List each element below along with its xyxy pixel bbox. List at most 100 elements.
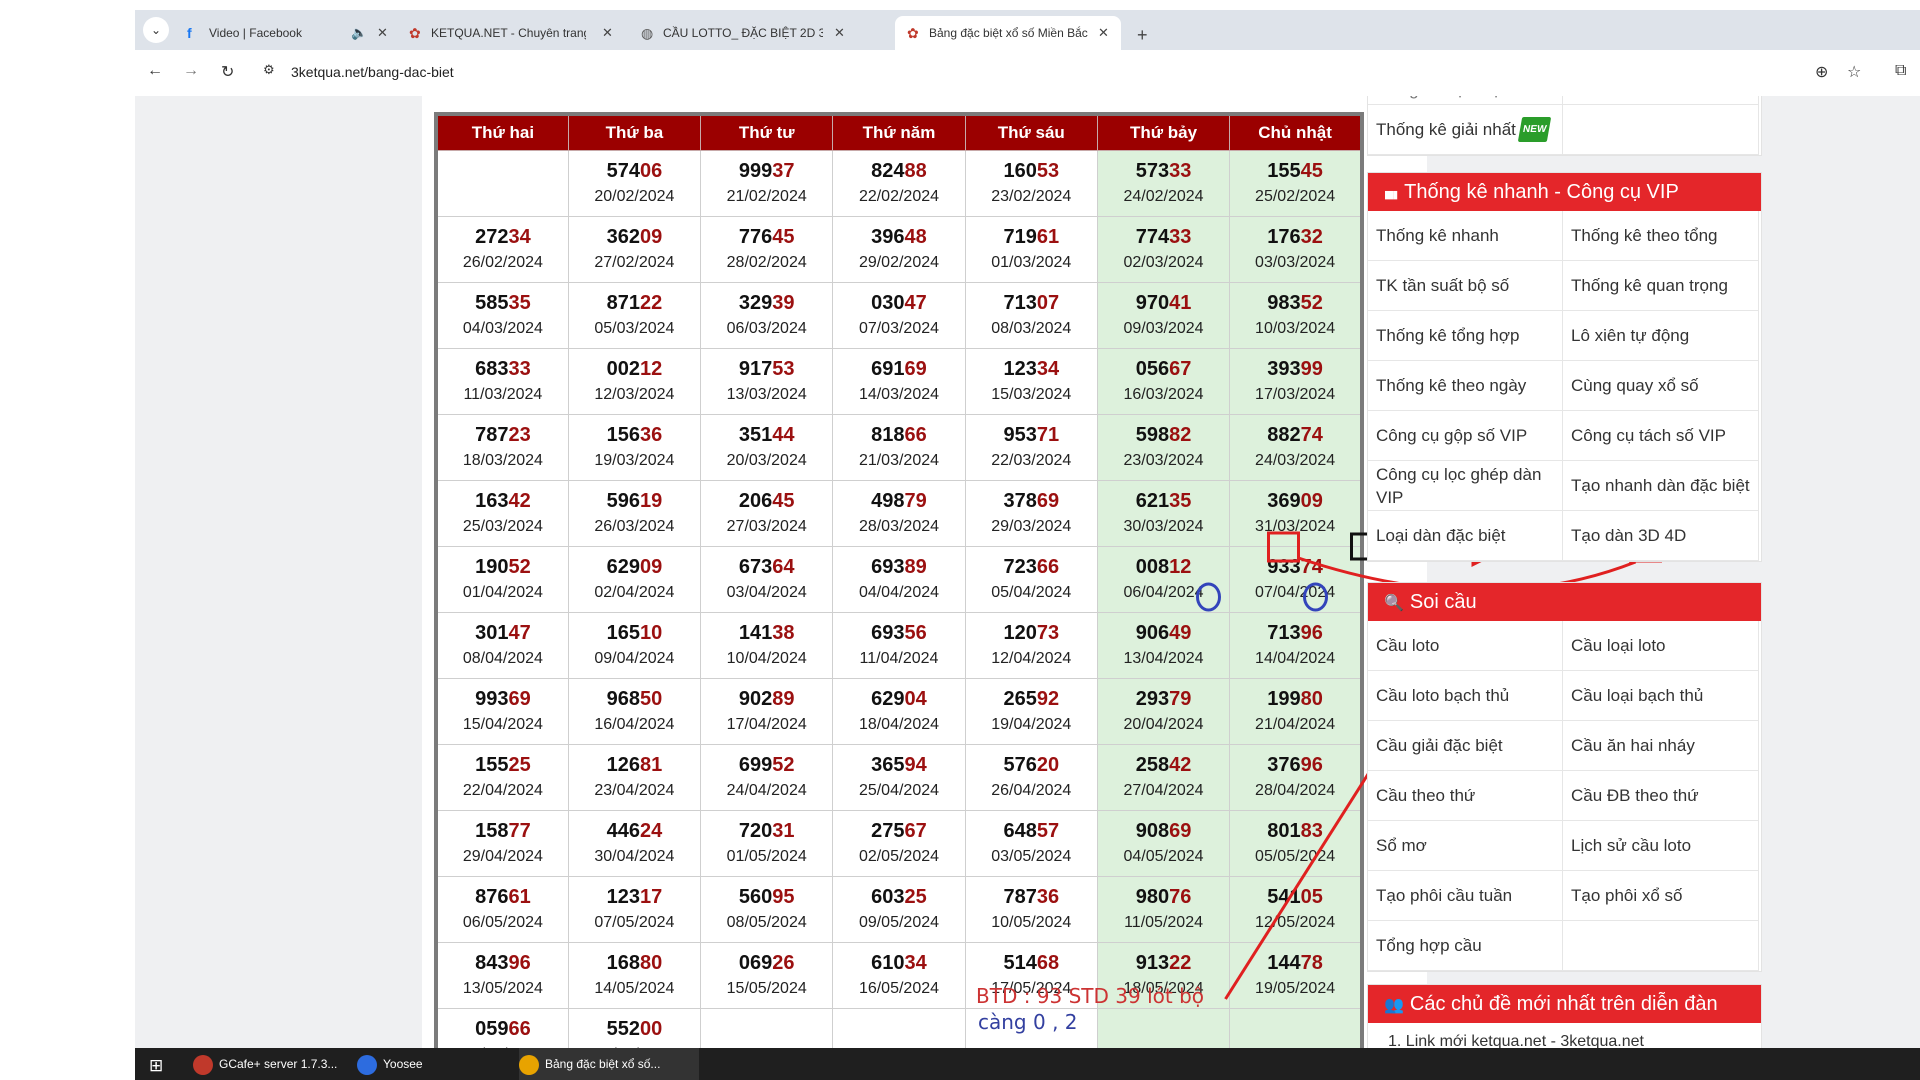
taskbar-label: GCafe+ server 1.7.3...	[219, 1057, 338, 1071]
sidebar-link[interactable]: Cầu loto	[1368, 621, 1563, 671]
prize-head-digits: 163	[475, 490, 509, 512]
taskbar-yoosee[interactable]: Yoosee	[357, 1048, 477, 1080]
sidebar-link[interactable]: thống kê dặc biệt	[1368, 96, 1563, 105]
back-button[interactable]: ←	[147, 62, 163, 80]
prize-tail-digits: 34	[904, 952, 927, 974]
close-icon[interactable]: ✕	[834, 25, 845, 41]
prize-head-digits: 301	[475, 622, 509, 644]
prize-tail-digits: 35	[508, 292, 531, 314]
draw-date: 29/03/2024	[991, 518, 1072, 535]
prize-tail-digits: 78	[1300, 952, 1323, 974]
close-icon[interactable]: ✕	[377, 25, 388, 41]
sidebar-link[interactable]: theo loto	[1563, 96, 1759, 105]
sidebar-link[interactable]: Lô xiên tự động	[1563, 311, 1759, 361]
sidebar-link[interactable]: Tạo nhanh dàn đặc biệt	[1563, 461, 1759, 511]
tab-search-button[interactable]: ⌄	[143, 17, 169, 43]
tab-ketqua[interactable]: ✿ KETQUA.NET - Chuyên trang xổ ✕	[397, 16, 627, 50]
table-cell: 82488 22/02/2024	[832, 150, 966, 217]
address-bar[interactable]: 3ketqua.net/bang-dac-biet	[291, 64, 454, 80]
prize-number: 12073	[967, 621, 1096, 645]
prize-tail-digits: 50	[639, 688, 663, 710]
new-tab-button[interactable]: +	[1137, 25, 1148, 46]
draw-date: 05/04/2024	[991, 584, 1072, 601]
prize-number: 71307	[967, 291, 1096, 315]
prize-number: 81866	[834, 423, 963, 447]
sidebar-link[interactable]: Loại dàn đặc biệt	[1368, 511, 1563, 561]
sidebar-link[interactable]: Lịch sử cầu loto	[1563, 821, 1759, 871]
prize-number: 14478	[1231, 951, 1359, 975]
box-title: Soi cầu	[1409, 591, 1477, 613]
extensions-icon[interactable]: ⧉	[1895, 62, 1906, 80]
tab-cau-lotto[interactable]: ◍ CẦU LOTTO_ ĐẶC BIỆT 2D 3D 4 ✕	[629, 16, 859, 50]
speaker-icon[interactable]: 🔈	[351, 25, 367, 41]
browser-chrome: ⌄ f Video | Facebook 🔈 ✕ ✿ KETQUA.NET - …	[135, 0, 1920, 96]
windows-start-icon[interactable]: ⊞	[149, 1056, 163, 1076]
table-cell: 15877 29/04/2024	[435, 810, 569, 877]
prize-head-digits: 843	[475, 952, 509, 974]
sidebar-link[interactable]: Cầu ĐB theo thứ	[1563, 771, 1759, 821]
draw-date: 04/04/2024	[858, 584, 940, 601]
sidebar-link[interactable]: Sổ mơ	[1368, 821, 1563, 871]
prize-number: 15877	[439, 819, 567, 843]
sidebar-link[interactable]: Cầu ăn hai nháy	[1563, 721, 1759, 771]
close-icon[interactable]: ✕	[602, 25, 613, 41]
sidebar-link[interactable]: Thống kê theo tổng	[1563, 211, 1759, 261]
sidebar-link[interactable]: Tạo dàn 3D 4D	[1563, 511, 1759, 561]
prize-head-digits: 123	[606, 886, 640, 908]
close-icon[interactable]: ✕	[1098, 25, 1109, 41]
sidebar-link[interactable]: TK tần suất bộ số	[1368, 261, 1563, 311]
draw-date: 13/04/2024	[1123, 650, 1204, 667]
sidebar-link[interactable]: Tạo phôi xổ số	[1563, 871, 1759, 921]
table-cell: 12073 12/04/2024	[964, 612, 1098, 679]
sidebar-link[interactable]: Cầu loại loto	[1563, 621, 1759, 671]
prize-number: 72031	[702, 819, 831, 843]
prize-tail-digits: 66	[1036, 556, 1060, 578]
prize-number: 56095	[702, 885, 831, 909]
main-panel: Thứ hai Thứ ba Thứ tư Thứ năm Thứ sáu Thứ bảy…	[422, 96, 1700, 1048]
table-row: 0596620/05/20245520021/05/2024	[435, 1008, 1363, 1048]
sidebar-link[interactable]: Công cụ tách số VIP	[1563, 411, 1759, 461]
prize-number: 90649	[1099, 621, 1228, 645]
tab-bang-dac-biet[interactable]: ✿ Bảng đặc biệt xổ số Miền Bắc tu ✕	[895, 16, 1121, 50]
sidebar-link[interactable]: Công cụ gộp số VIP	[1368, 411, 1563, 461]
sidebar-link[interactable]: Tạo phôi cầu tuần	[1368, 871, 1563, 921]
draw-date: 05/03/2024	[594, 320, 675, 337]
draw-date: 10/04/2024	[726, 650, 807, 667]
forward-button[interactable]: →	[183, 62, 199, 80]
taskbar-gcafe[interactable]: GCafe+ server 1.7.3...	[193, 1048, 353, 1080]
sidebar-link[interactable]: Thống kê tổng hợp	[1368, 311, 1563, 361]
taskbar-chrome[interactable]: Bảng đặc biệt xổ số...	[519, 1048, 699, 1080]
prize-head-digits: 393	[1267, 358, 1301, 380]
sidebar-link[interactable]: Thống kê nhanh	[1368, 211, 1563, 261]
draw-date: 14/05/2024	[594, 980, 675, 997]
table-cell: 71396 14/04/2024	[1229, 612, 1363, 679]
sidebar-link[interactable]: Thống kê quan trọng	[1563, 261, 1759, 311]
sidebar-link[interactable]: Cầu loto bạch thủ	[1368, 671, 1563, 721]
prize-head-digits: 621	[1135, 490, 1170, 512]
prize-number: 39399	[1231, 357, 1359, 381]
sidebar-link[interactable]: Cầu theo thứ	[1368, 771, 1563, 821]
reload-button[interactable]: ↻	[221, 62, 234, 82]
prize-number: 05966	[439, 1017, 567, 1041]
prize-head-digits: 691	[871, 358, 905, 380]
prize-tail-digits: 12	[639, 358, 663, 380]
table-cell: 90869 04/05/2024	[1096, 810, 1231, 877]
site-info-icon[interactable]: ⚙	[263, 62, 275, 78]
sidebar-link[interactable]: Thống kê giải nhất NEW	[1368, 105, 1563, 155]
sidebar-link[interactable]: Cầu giải đặc biệt	[1368, 721, 1563, 771]
prize-tail-digits: 05	[1300, 886, 1323, 908]
forum-topic-link[interactable]: 1. Link mới ketqua.net - 3ketqua.net	[1388, 1033, 1644, 1048]
table-cell: 62135 30/03/2024	[1096, 480, 1231, 547]
prize-number: 67364	[702, 555, 831, 579]
prize-head-digits: 126	[606, 754, 640, 776]
tab-facebook[interactable]: f Video | Facebook 🔈 ✕	[175, 16, 395, 50]
sidebar-link[interactable]: Cầu loại bạch thủ	[1563, 671, 1759, 721]
sidebar-link[interactable]: Thống kê theo ngày	[1368, 361, 1563, 411]
sidebar-link[interactable]: Công cụ lọc ghép dàn VIP	[1368, 461, 1563, 511]
sidebar-link[interactable]: Tổng hợp cầu	[1368, 921, 1563, 971]
bookmark-star-icon[interactable]: ☆	[1847, 62, 1861, 82]
zoom-icon[interactable]: ⊕	[1815, 62, 1828, 82]
taskbar-label: Bảng đặc biệt xổ số...	[545, 1057, 661, 1071]
prize-head-digits: 699	[738, 754, 773, 776]
sidebar-link[interactable]: Cùng quay xổ số	[1563, 361, 1759, 411]
